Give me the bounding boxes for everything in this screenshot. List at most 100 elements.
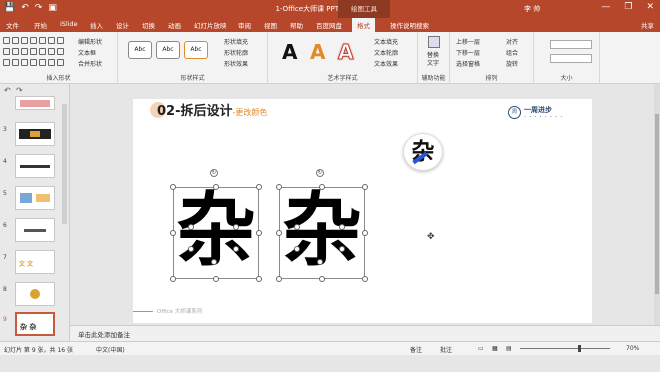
resize-handle[interactable]	[213, 276, 219, 282]
thumbnail[interactable]	[15, 154, 55, 178]
notes-pane[interactable]: 单击此处添加备注	[70, 325, 660, 341]
notes-placeholder[interactable]: 单击此处添加备注	[78, 329, 130, 339]
edit-shape-button[interactable]: 编辑形状	[78, 37, 102, 46]
wordart-style-2[interactable]: A	[310, 40, 325, 64]
zoom-slider-knob[interactable]	[578, 345, 581, 352]
group-accessibility: 替换 文字 辅助功能	[418, 32, 450, 84]
resize-handle[interactable]	[170, 184, 176, 190]
thumbnail-scrollbar[interactable]	[62, 104, 67, 224]
resize-handle[interactable]	[319, 276, 325, 282]
vertex-handle[interactable]	[294, 246, 300, 252]
shape-fill-button[interactable]: 形状填充	[224, 37, 248, 46]
close-button[interactable]: ✕	[646, 2, 654, 12]
width-input[interactable]	[550, 54, 592, 63]
tab-insert[interactable]: 插入	[90, 20, 103, 30]
brand-logo: 周 一周进步 • • • • • • • •	[508, 105, 563, 119]
comments-button[interactable]: 批注	[440, 345, 452, 354]
merge-shapes-button[interactable]: 合并形状	[78, 59, 102, 68]
rotate-handle-right[interactable]: ↻	[316, 169, 324, 177]
textbox-button[interactable]: 文本框	[78, 48, 96, 57]
shape-style-3[interactable]: Abc	[184, 41, 208, 59]
vertex-handle[interactable]	[339, 224, 345, 230]
reading-view-icon[interactable]: ▤	[506, 345, 512, 352]
shapes-gallery[interactable]	[3, 37, 64, 69]
sorter-view-icon[interactable]: ▦	[492, 345, 498, 352]
text-fill-button[interactable]: 文本填充	[374, 37, 398, 46]
wordart-style-3[interactable]: A	[337, 40, 354, 65]
resize-handle[interactable]	[362, 230, 368, 236]
resize-handle[interactable]	[362, 184, 368, 190]
zoom-slider[interactable]	[520, 348, 610, 349]
shape-outline-button[interactable]: 形状轮廓	[224, 48, 248, 57]
text-outline-button[interactable]: 文本轮廓	[374, 48, 398, 57]
language-indicator[interactable]: 中文(中国)	[96, 345, 125, 354]
bring-forward-button[interactable]: 上移一层	[456, 37, 480, 46]
rotate-button[interactable]: 旋转	[506, 59, 518, 68]
tab-format[interactable]: 格式	[352, 18, 375, 32]
thumbnail[interactable]: 文 文	[15, 250, 55, 274]
resize-handle[interactable]	[276, 276, 282, 282]
vertex-handle[interactable]	[188, 246, 194, 252]
height-input[interactable]	[550, 40, 592, 49]
vertex-handle[interactable]	[211, 259, 217, 265]
minimize-button[interactable]: —	[601, 2, 610, 12]
resize-handle[interactable]	[276, 184, 282, 190]
tab-transitions[interactable]: 切换	[142, 20, 155, 30]
shape-style-2[interactable]: Abc	[156, 41, 180, 59]
text-effects-button[interactable]: 文本效果	[374, 59, 398, 68]
selection-pane-button[interactable]: 选择窗格	[456, 59, 480, 68]
thumbnail[interactable]	[15, 96, 55, 110]
undo-pane-icon[interactable]: ↶	[4, 86, 11, 95]
wordart-style-1[interactable]: A	[282, 40, 297, 64]
vertex-handle[interactable]	[233, 224, 239, 230]
vertex-handle[interactable]	[339, 246, 345, 252]
vertex-handle[interactable]	[188, 224, 194, 230]
resize-handle[interactable]	[170, 276, 176, 282]
title-main: 拆后设计	[180, 104, 233, 119]
thumbnail[interactable]	[15, 186, 55, 210]
resize-handle[interactable]	[170, 230, 176, 236]
tab-view[interactable]: 视图	[264, 20, 277, 30]
resize-handle[interactable]	[256, 184, 262, 190]
alt-text-icon[interactable]	[428, 36, 440, 48]
canvas-scrollbar[interactable]	[654, 84, 660, 325]
rotate-handle-left[interactable]: ↻	[210, 169, 218, 177]
tab-design[interactable]: 设计	[116, 20, 129, 30]
shape-effects-button[interactable]: 形状效果	[224, 59, 248, 68]
group-button[interactable]: 组合	[506, 48, 518, 57]
tab-help[interactable]: 帮助	[290, 20, 303, 30]
tab-file[interactable]: 文件	[6, 20, 19, 30]
shape-style-1[interactable]: Abc	[128, 41, 152, 59]
thumbnail[interactable]	[15, 282, 55, 306]
tab-islide[interactable]: iSlide	[60, 20, 78, 28]
align-button[interactable]: 对齐	[506, 37, 518, 46]
resize-handle[interactable]	[319, 184, 325, 190]
resize-handle[interactable]	[213, 184, 219, 190]
vertex-handle[interactable]	[317, 259, 323, 265]
restore-button[interactable]: ❐	[624, 2, 632, 12]
send-backward-button[interactable]: 下移一层	[456, 48, 480, 57]
vertex-handle[interactable]	[233, 246, 239, 252]
thumbnail[interactable]	[15, 122, 55, 146]
group-label: 艺术字样式	[327, 75, 358, 82]
zoom-level[interactable]: 70%	[626, 345, 639, 352]
share-button[interactable]: 共享	[641, 20, 654, 30]
tab-slideshow[interactable]: 幻灯片放映	[194, 20, 227, 30]
tab-review[interactable]: 审阅	[238, 20, 251, 30]
normal-view-icon[interactable]: ▭	[478, 345, 484, 352]
thumbnail[interactable]	[15, 218, 55, 242]
resize-handle[interactable]	[256, 230, 262, 236]
user-name[interactable]: 李 帅	[524, 4, 540, 14]
vertex-handle[interactable]	[294, 224, 300, 230]
tab-baidu[interactable]: 百度网盘	[316, 20, 342, 30]
alt-text-label-2[interactable]: 文字	[427, 58, 439, 67]
tab-home[interactable]: 开始	[34, 20, 47, 30]
notes-button[interactable]: 备注	[410, 345, 422, 354]
resize-handle[interactable]	[362, 276, 368, 282]
search-box[interactable]: 操作说明搜索	[390, 20, 429, 30]
tab-animations[interactable]: 动画	[168, 20, 181, 30]
redo-pane-icon[interactable]: ↷	[16, 86, 23, 95]
resize-handle[interactable]	[276, 230, 282, 236]
resize-handle[interactable]	[256, 276, 262, 282]
thumbnail-selected[interactable]: 杂 杂	[15, 312, 55, 336]
